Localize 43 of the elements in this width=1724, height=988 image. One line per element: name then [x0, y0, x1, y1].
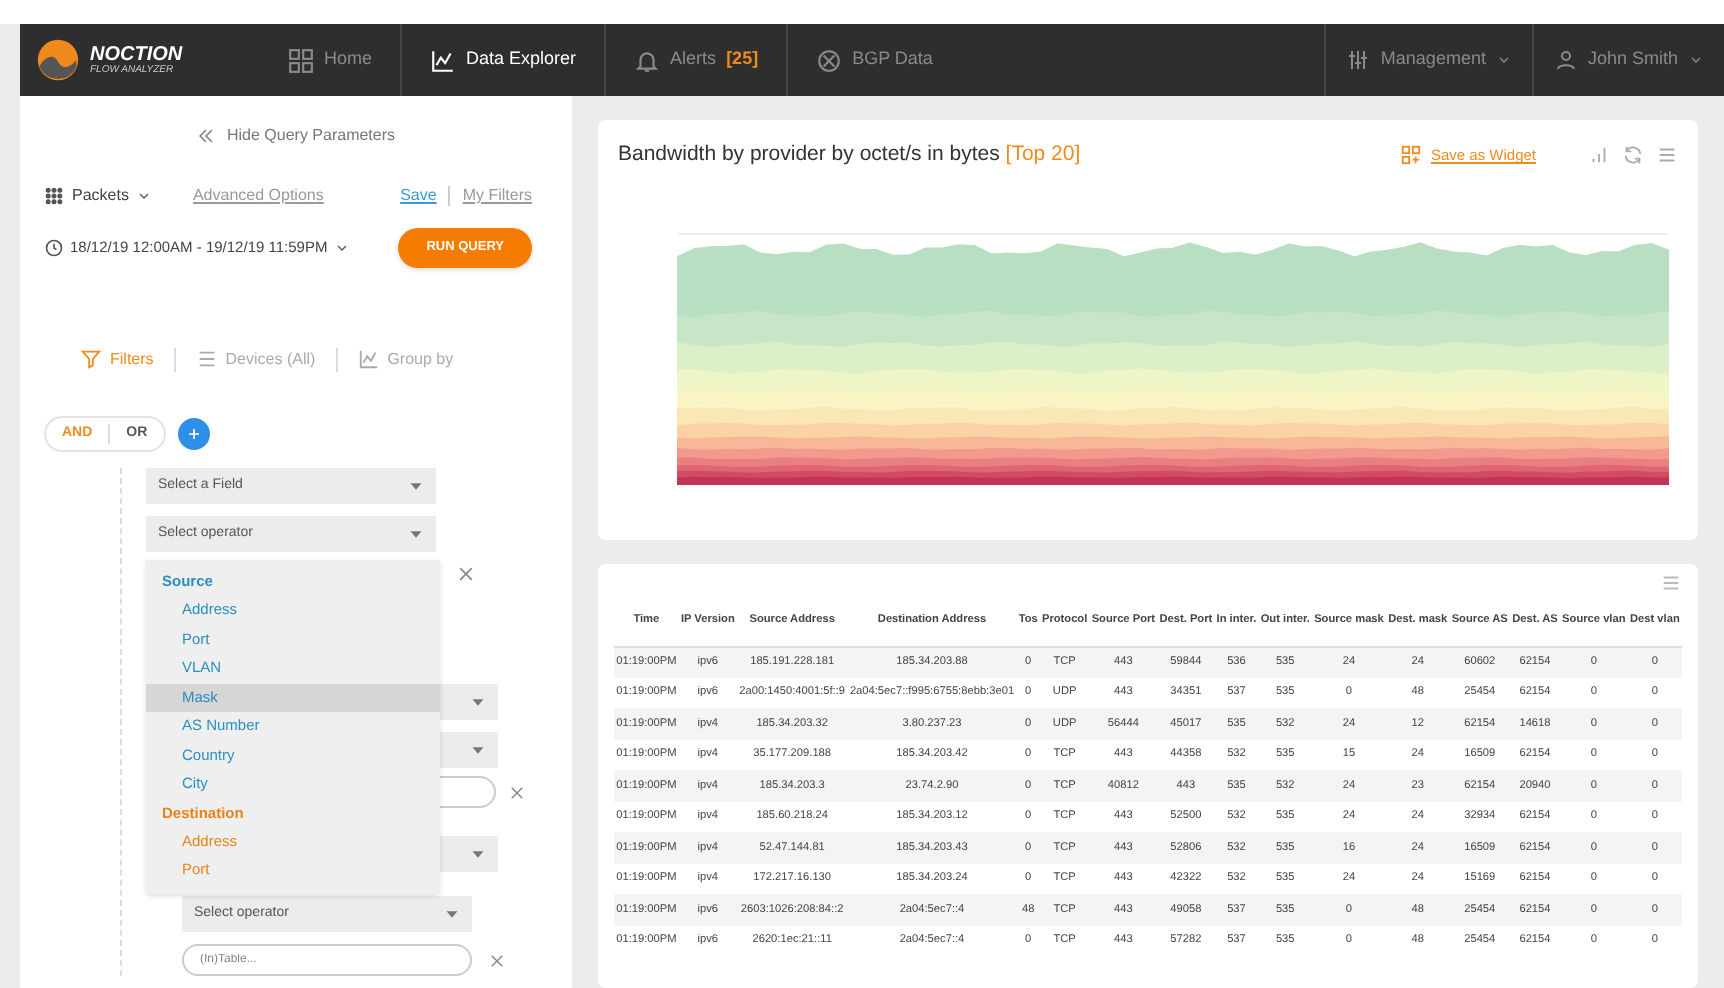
widget-icon — [1400, 144, 1423, 167]
caret-down-icon — [408, 478, 424, 495]
caret-down-icon — [470, 742, 486, 759]
logo-icon — [36, 38, 80, 82]
refresh-icon — [1622, 144, 1644, 167]
chart-title: Bandwidth by provider by octet/s in bytes [Top 20] — [618, 140, 1081, 170]
hide-parameters-link[interactable]: Hide Query Parameters — [60, 124, 532, 148]
plus-icon — [183, 424, 204, 444]
advanced-options-link[interactable]: Advanced Options — [192, 184, 324, 208]
dots-grid-icon — [44, 186, 64, 206]
chevron-down-icon — [1495, 52, 1512, 68]
bell-icon — [634, 47, 661, 73]
nav-link[interactable]: BGP Data — [786, 24, 961, 96]
save-link[interactable]: Save — [400, 184, 437, 208]
user-icon — [1553, 48, 1578, 72]
add-button[interactable] — [177, 418, 210, 450]
chevron-down-icon — [136, 188, 153, 204]
metric-dropdown[interactable]: Packets — [44, 184, 153, 208]
nav-link[interactable]: Home — [260, 24, 401, 96]
funnel-icon — [80, 348, 102, 371]
caret-down-icon — [408, 526, 424, 543]
nav-menu[interactable]: John Smith — [1531, 24, 1724, 96]
bar-chart-icon — [1588, 144, 1610, 167]
close-icon — [456, 564, 476, 585]
line-chart-icon — [357, 348, 380, 371]
nav-menu[interactable]: Management — [1324, 24, 1532, 96]
nav-link[interactable]: Alerts [25] — [604, 24, 787, 96]
grid-icon — [288, 47, 314, 73]
caret-down-icon — [444, 906, 460, 923]
menu-icon — [1656, 144, 1678, 167]
close-icon — [508, 783, 526, 802]
close-icon — [488, 951, 506, 970]
caret-down-icon — [470, 846, 486, 863]
double-chevron-left-icon — [196, 126, 217, 146]
sliders-icon — [1346, 48, 1371, 72]
line-chart-icon — [430, 47, 457, 73]
caret-down-icon — [470, 694, 486, 711]
chevron-down-icon — [1688, 52, 1704, 68]
logo-name: NOCTION — [90, 45, 183, 65]
clock-icon — [44, 237, 64, 258]
my-filters-link[interactable]: My Filters — [462, 184, 532, 208]
list-icon — [195, 348, 218, 371]
menu-icon — [1660, 572, 1682, 594]
